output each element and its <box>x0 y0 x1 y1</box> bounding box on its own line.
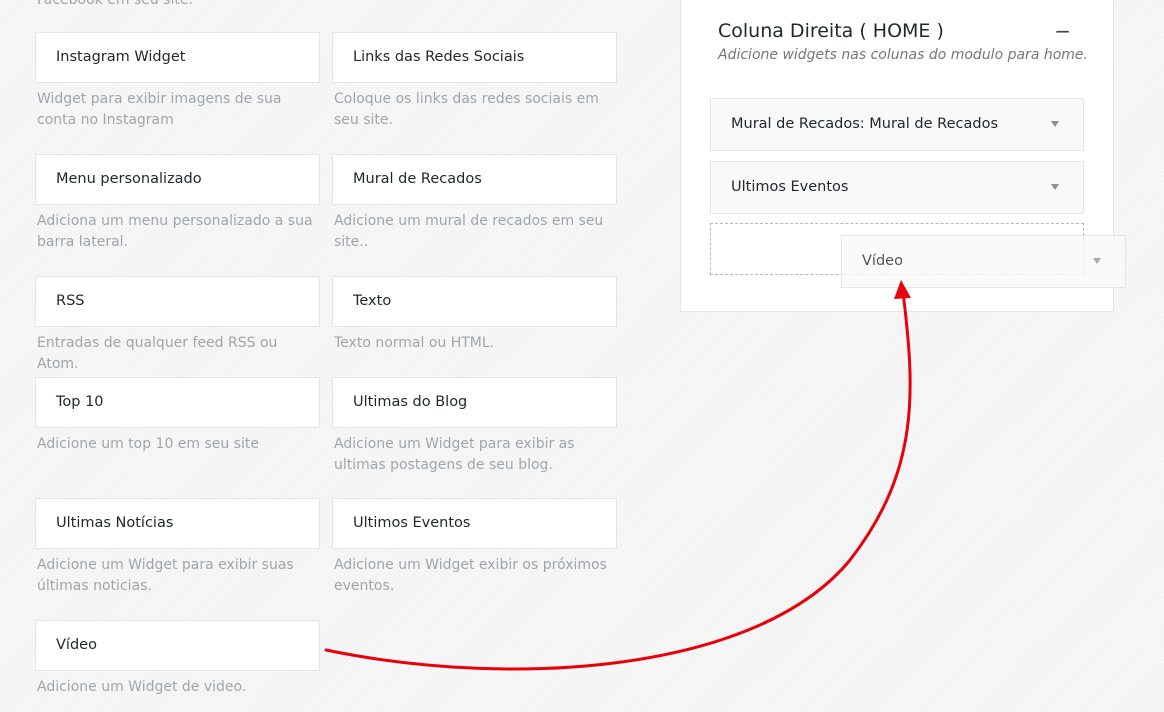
widget-mural-de-recados: Mural de Recados Adicione um mural de re… <box>332 154 617 253</box>
widget-title[interactable]: Mural de Recados <box>332 154 617 205</box>
dragging-widget-title: Vídeo <box>862 253 903 269</box>
widget-rss: RSS Entradas de qualquer feed RSS ou Ato… <box>35 276 320 375</box>
widget-title[interactable]: Vídeo <box>35 620 320 671</box>
widget-title[interactable]: Instagram Widget <box>35 32 320 83</box>
widget-ultimas-do-blog: Ultimas do Blog Adicione um Widget para … <box>332 377 617 476</box>
widget-title[interactable]: Texto <box>332 276 617 327</box>
caret-down-icon[interactable] <box>1051 121 1059 127</box>
widget-title[interactable]: Ultimas do Blog <box>332 377 617 428</box>
widget-title[interactable]: Menu personalizado <box>35 154 320 205</box>
widget-title[interactable]: RSS <box>35 276 320 327</box>
sidebar-widget-ultimos-eventos[interactable]: Ultimos Eventos <box>710 161 1084 214</box>
sidebar-title[interactable]: Coluna Direita ( HOME ) <box>718 20 944 42</box>
widget-description: Widget para exibir imagens de sua conta … <box>37 91 282 128</box>
widget-texto: Texto Texto normal ou HTML. <box>332 276 617 354</box>
widget-description: Entradas de qualquer feed RSS ou Atom. <box>37 335 278 372</box>
widget-links-redes-sociais: Links das Redes Sociais Coloque os links… <box>332 32 617 131</box>
widget-ultimas-noticias: Ultimas Notícias Adicione um Widget para… <box>35 498 320 597</box>
widget-menu-personalizado: Menu personalizado Adiciona um menu pers… <box>35 154 320 253</box>
sidebar-widget-title: Mural de Recados: Mural de Recados <box>731 116 998 132</box>
widget-ultimos-eventos: Ultimos Eventos Adicione um Widget exibi… <box>332 498 617 597</box>
widget-description: Texto normal ou HTML. <box>334 335 495 351</box>
widget-description: Adicione um Widget de video. <box>37 679 247 695</box>
caret-down-icon <box>1093 258 1101 264</box>
sidebar-widget-mural-de-recados[interactable]: Mural de Recados: Mural de Recados <box>710 98 1084 151</box>
sidebar-widget-title: Ultimos Eventos <box>731 179 849 195</box>
sidebar-description: Adicione widgets nas colunas do modulo p… <box>718 47 1088 63</box>
widget-top-10: Top 10 Adicione um top 10 em seu site <box>35 377 320 455</box>
collapse-icon[interactable]: − <box>1054 13 1071 49</box>
widget-description: Facebook em seu site. <box>37 0 193 8</box>
widget-description: Adicione um Widget para exibir suas últi… <box>37 557 294 594</box>
widget-title[interactable]: Links das Redes Sociais <box>332 32 617 83</box>
widget-title[interactable]: Ultimas Notícias <box>35 498 320 549</box>
caret-down-icon[interactable] <box>1051 184 1059 190</box>
widget-description: Coloque os links das redes sociais em se… <box>334 91 599 128</box>
widget-description: Adicione um mural de recados em seu site… <box>334 213 604 250</box>
widget-description: Adicione um Widget para exibir as ultima… <box>334 436 575 473</box>
widget-description: Adiciona um menu personalizado a sua bar… <box>37 213 313 250</box>
dragging-widget-video[interactable]: Vídeo <box>841 235 1126 288</box>
widget-instagram: Instagram Widget Widget para exibir imag… <box>35 32 320 131</box>
widget-description: Adicione um top 10 em seu site <box>37 436 260 452</box>
widget-video: Vídeo Adicione um Widget de video. <box>35 620 320 698</box>
widget-description: Adicione um Widget exibir os próximos ev… <box>334 557 607 594</box>
widget-title[interactable]: Top 10 <box>35 377 320 428</box>
widget-title[interactable]: Ultimos Eventos <box>332 498 617 549</box>
